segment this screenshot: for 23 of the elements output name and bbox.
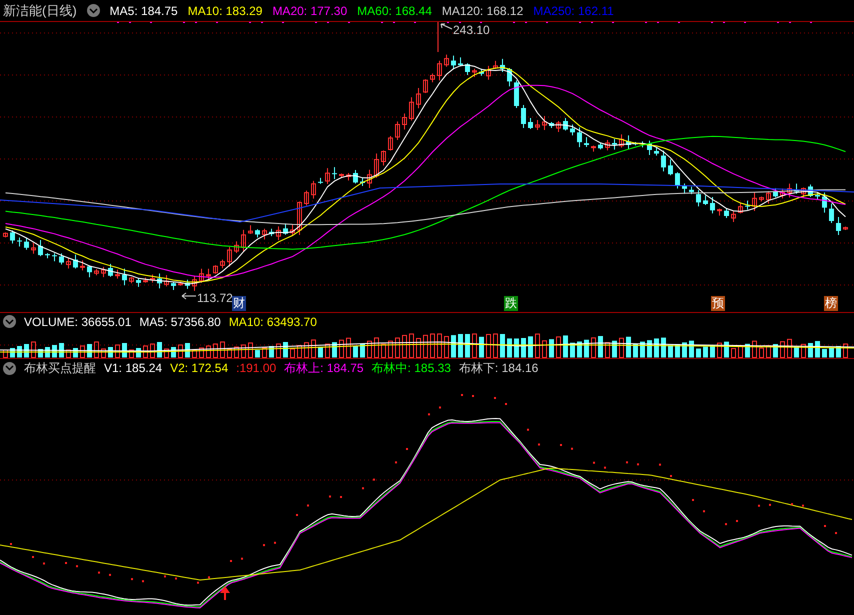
event-marker[interactable]: 跌	[504, 296, 518, 311]
indicator-value: MA5: 57356.80	[139, 314, 221, 330]
indicator-value: V1: 185.24	[104, 360, 162, 377]
indicator-value: MA5: 184.75	[110, 2, 178, 20]
event-marker[interactable]: 财	[232, 296, 246, 311]
indicator-title: 布林买点提醒	[24, 360, 96, 377]
event-marker[interactable]: 预	[711, 296, 725, 311]
indicator-value: MA60: 168.44	[357, 2, 432, 20]
stock-title: 新洁能(日线)	[3, 2, 77, 20]
indicator-value: V2: 172.54	[170, 360, 228, 377]
indicator-value: MA20: 177.30	[272, 2, 348, 20]
indicator-value: 布林中: 185.33	[372, 360, 451, 377]
price-label: 243.10	[453, 22, 490, 39]
indicator-value: MA10: 63493.70	[228, 314, 317, 330]
indicator-value: MA250: 162.11	[533, 2, 614, 20]
indicator-value: MA10: 183.29	[188, 2, 262, 20]
indicator-value: VOLUME: 36655.01	[24, 314, 132, 330]
event-marker[interactable]: 榜	[824, 296, 838, 311]
indicator-value: 布林下: 184.16	[458, 360, 538, 377]
price-label: 113.72	[197, 290, 233, 307]
indicator-value: 布林上: 184.75	[284, 360, 364, 377]
indicator-value: MA120: 168.12	[442, 2, 524, 20]
indicator-value: :191.00	[236, 360, 276, 377]
